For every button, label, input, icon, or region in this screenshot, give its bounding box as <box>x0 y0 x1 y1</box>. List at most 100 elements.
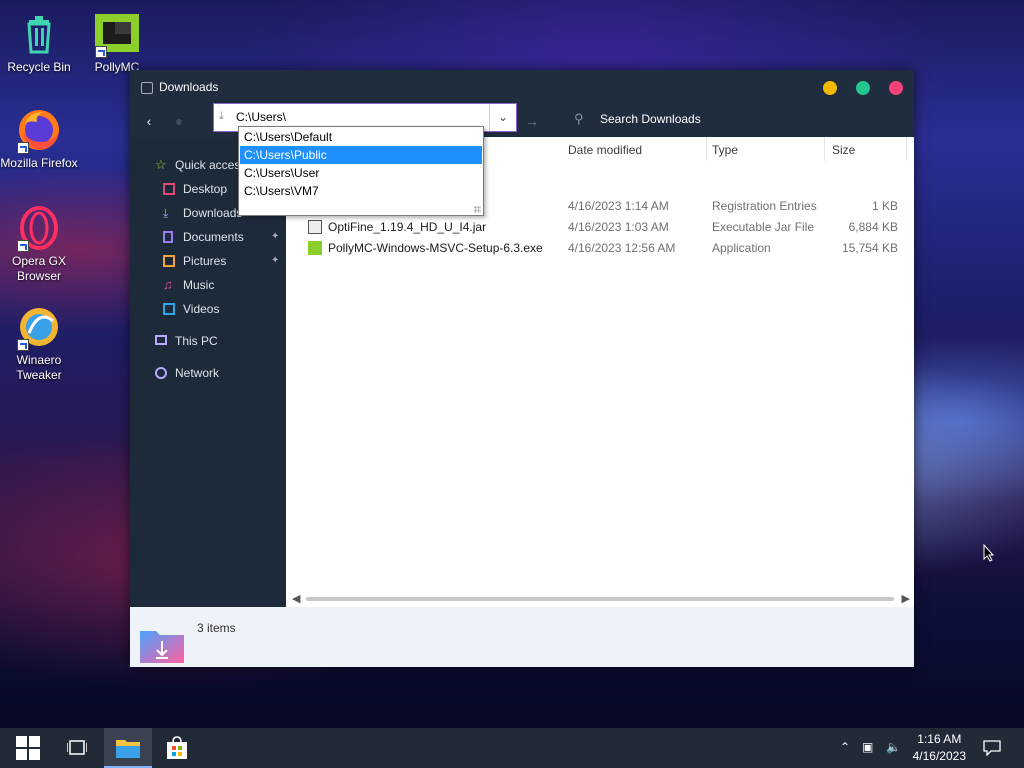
file-size: 15,754 KB <box>841 241 898 255</box>
file-type: Registration Entries <box>712 199 817 213</box>
download-folder-icon <box>140 629 184 663</box>
taskbar: ⌃ ▣ 🔈 1:16 AM 4/16/2023 <box>0 728 1024 768</box>
status-bar: 3 items <box>130 607 914 667</box>
pictures-icon <box>163 255 175 267</box>
chevron-up-icon[interactable]: ⌃ <box>840 740 850 754</box>
task-view-icon <box>67 740 87 755</box>
start-button[interactable] <box>4 728 52 768</box>
desktop-icon-firefox[interactable]: Mozilla Firefox <box>0 106 78 171</box>
desktop-icon-recycle-bin[interactable]: Recycle Bin <box>0 10 78 75</box>
star-icon: ☆ <box>155 157 167 172</box>
network-icon[interactable]: ▣ <box>862 740 873 754</box>
suggestion-item[interactable]: C:\Users\User <box>240 164 482 182</box>
music-icon: ♫ <box>163 277 173 292</box>
sidebar-item-label: Quick access <box>175 158 247 172</box>
download-icon: ⤓ <box>163 206 169 220</box>
search-icon: ⚲ <box>574 111 584 126</box>
file-explorer-taskbar-button[interactable] <box>104 728 152 768</box>
column-header-date[interactable]: Date modified <box>568 143 642 157</box>
opera-gx-icon <box>15 204 63 252</box>
scrollbar-thumb[interactable] <box>306 597 894 601</box>
videos-icon <box>163 303 175 315</box>
clock-time: 1:16 AM <box>917 732 962 746</box>
winaero-tweaker-icon <box>15 303 63 351</box>
desktop-icon-opera-gx[interactable]: Opera GX Browser <box>0 204 78 284</box>
pin-icon[interactable]: ✦ <box>271 250 279 272</box>
desktop-icon <box>163 183 175 195</box>
maximize-button[interactable] <box>856 81 870 95</box>
firefox-icon <box>15 106 63 154</box>
horizontal-scrollbar[interactable]: ◀ ▶ <box>286 591 914 607</box>
sidebar-item-label: Documents <box>183 230 244 244</box>
sidebar-item-label: Pictures <box>183 254 227 268</box>
address-input[interactable] <box>236 108 482 126</box>
clock[interactable]: 1:16 AM 4/16/2023 <box>913 731 966 765</box>
shortcut-arrow-icon <box>17 339 29 351</box>
folder-icon <box>116 740 140 758</box>
suggestion-item[interactable]: C:\Users\Public <box>240 146 482 164</box>
column-divider[interactable] <box>824 137 825 161</box>
file-size: 6,884 KB <box>848 220 898 234</box>
go-arrow-button[interactable]: → <box>523 112 541 130</box>
store-icon <box>167 736 187 759</box>
scroll-left-icon[interactable]: ◀ <box>292 592 300 605</box>
item-count: 3 items <box>197 621 236 635</box>
opera-gx-label: Opera GX Browser <box>11 254 67 283</box>
chevron-down-icon[interactable]: ⌄ <box>489 104 516 131</box>
table-row[interactable]: OptiFine_1.19.4_HD_U_I4.jar 4/16/2023 1:… <box>286 217 914 238</box>
pollymc-icon <box>93 10 141 58</box>
forward-button[interactable]: ● <box>170 112 188 130</box>
scroll-right-icon[interactable]: ▶ <box>902 592 910 605</box>
sidebar-item-pictures[interactable]: Pictures ✦ <box>163 250 286 272</box>
search-placeholder: Search Downloads <box>600 112 701 126</box>
jar-file-icon <box>308 220 322 234</box>
minimize-button[interactable] <box>823 81 837 95</box>
file-type: Executable Jar File <box>712 220 815 234</box>
close-button[interactable] <box>889 81 903 95</box>
clock-date: 4/16/2023 <box>912 749 966 763</box>
winaero-tweaker-label: Winaero Tweaker <box>16 353 62 382</box>
resize-grip-icon[interactable] <box>474 206 481 213</box>
file-name: PollyMC-Windows-MSVC-Setup-6.3.exe <box>328 241 543 255</box>
sidebar-item-documents[interactable]: Documents ✦ <box>163 226 286 248</box>
file-type: Application <box>712 241 771 255</box>
notification-icon[interactable] <box>983 740 1001 756</box>
shortcut-arrow-icon <box>17 142 29 154</box>
pollymc-setup-icon <box>308 241 322 255</box>
firefox-label: Mozilla Firefox <box>0 156 78 170</box>
column-divider[interactable] <box>906 137 907 161</box>
table-row[interactable]: PollyMC-Windows-MSVC-Setup-6.3.exe 4/16/… <box>286 238 914 259</box>
volume-muted-icon[interactable]: 🔈 <box>886 740 901 754</box>
recycle-bin-label: Recycle Bin <box>7 60 71 74</box>
sidebar-item-label: Network <box>175 366 220 380</box>
sidebar-item-label: Videos <box>183 302 220 316</box>
computer-icon <box>155 335 167 345</box>
sidebar-item-label: Downloads <box>183 206 243 220</box>
file-date: 4/16/2023 1:03 AM <box>568 220 669 234</box>
documents-icon <box>163 231 173 243</box>
search-box[interactable]: ⚲ Search Downloads <box>570 109 910 131</box>
suggestion-item[interactable]: C:\Users\Default <box>240 128 482 146</box>
back-button[interactable]: ‹ <box>140 112 158 130</box>
file-date: 4/16/2023 1:14 AM <box>568 199 669 213</box>
column-divider[interactable] <box>706 137 707 161</box>
task-view-button[interactable] <box>53 728 101 768</box>
file-size: 1 KB <box>871 199 898 213</box>
download-folder-icon <box>141 82 153 94</box>
column-header-size[interactable]: Size <box>832 143 855 157</box>
download-icon: ⤓ <box>219 110 224 122</box>
desktop-icon-winaero[interactable]: Winaero Tweaker <box>0 303 78 383</box>
shortcut-arrow-icon <box>17 240 29 252</box>
suggestion-item[interactable]: C:\Users\VM7 <box>240 182 482 200</box>
sidebar-item-label: This PC <box>175 334 218 348</box>
pin-icon[interactable]: ✦ <box>271 226 279 248</box>
title-bar[interactable]: Downloads <box>130 70 914 105</box>
desktop-icon-pollymc[interactable]: PollyMC <box>78 10 156 75</box>
column-header-type[interactable]: Type <box>712 143 738 157</box>
mouse-cursor-icon <box>983 544 995 562</box>
sidebar-item-label: Music <box>183 278 215 292</box>
file-date: 4/16/2023 12:56 AM <box>568 241 676 255</box>
store-taskbar-button[interactable] <box>153 728 201 768</box>
address-suggestions: C:\Users\Default C:\Users\Public C:\User… <box>238 126 484 216</box>
window-title: Downloads <box>159 80 219 94</box>
